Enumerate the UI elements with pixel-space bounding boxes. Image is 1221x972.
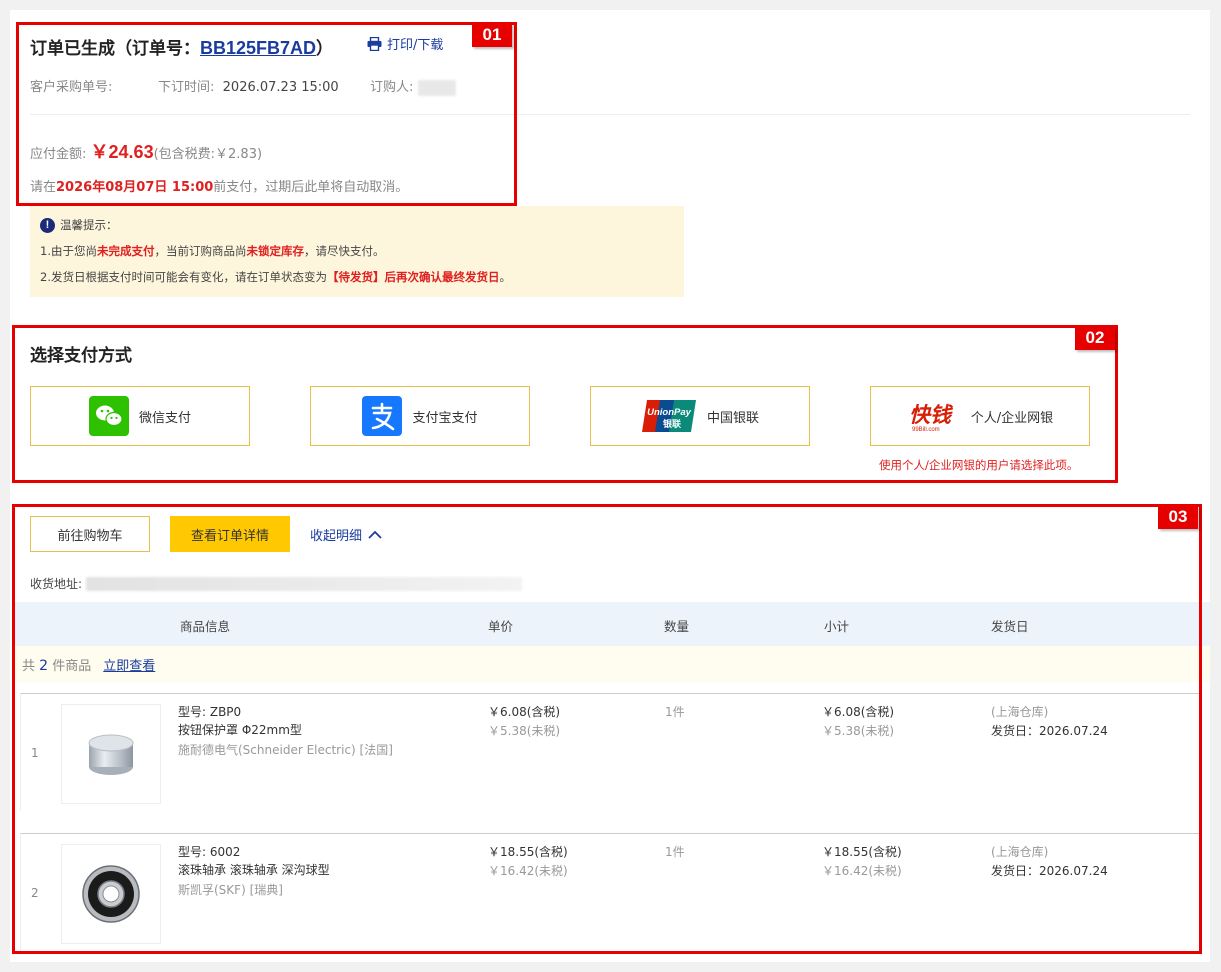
go-to-cart-button[interactable]: 前往购物车 <box>30 516 150 552</box>
print-download-button[interactable]: 打印/下载 <box>367 34 443 53</box>
unionpay-icon: UnionPay 银联 <box>641 400 696 432</box>
view-order-detail-button[interactable]: 查看订单详情 <box>170 516 290 552</box>
warm-tips: ! 温馨提示： 1.由于您尚未完成支付，当前订购商品尚未锁定库存，请尽快支付。 … <box>30 206 684 297</box>
divider <box>30 114 1190 115</box>
table-header: 商品信息 单价 数量 小计 发货日 <box>13 602 1210 646</box>
99bill-logo-text: 快钱 <box>909 402 954 427</box>
tips-line-1: 1.由于您尚未完成支付，当前订购商品尚未锁定库存，请尽快支付。 <box>40 244 385 258</box>
pay-method-label: 微信支付 <box>138 410 191 426</box>
ball-bearing-image <box>82 865 140 923</box>
pay-method-netbank[interactable]: 快钱 99Bill.com 个人/企业网银 <box>870 386 1090 446</box>
col-unit-price: 单价 <box>488 619 514 634</box>
col-ship-date: 发货日 <box>991 619 1029 634</box>
shipping-address: 收货地址: <box>30 575 523 592</box>
unit-price-notax: ￥5.38(未税) <box>488 724 561 738</box>
buyer: 订购人: <box>370 76 456 96</box>
item-name[interactable]: 滚珠轴承 滚珠轴承 深沟球型 <box>178 861 330 880</box>
payment-deadline: 请在2026年08月07日 15:00前支付，过期后此单将自动取消。 <box>30 180 409 195</box>
table-row: 1 型号: ZBP0 按钮保护罩 Φ22mm型 施耐德电气(Schneider … <box>20 693 1200 811</box>
item-count: 2 <box>39 658 49 674</box>
subtotal-notax: ￥5.38(未税) <box>822 724 895 738</box>
view-now-link[interactable]: 立即查看 <box>103 659 155 674</box>
item-brand: 斯凯孚(SKF) [瑞典] <box>178 883 283 897</box>
wechat-pay-icon <box>88 396 129 436</box>
unit-price-tax: ￥18.55(含税) <box>488 845 568 859</box>
order-number-link[interactable]: BB125FB7AD <box>200 38 316 58</box>
col-quantity: 数量 <box>664 619 690 634</box>
annotation-label-01: 01 <box>472 23 512 47</box>
99bill-logo-subtext: 99Bill.com <box>912 427 940 433</box>
pay-method-label: 个人/企业网银 <box>970 410 1054 426</box>
item-model: 型号: ZBP0 <box>178 705 242 719</box>
button-cover-image <box>88 734 134 775</box>
amount-due: 应付金额: ￥24.63(包含税费:￥2.83) <box>30 142 263 162</box>
item-warehouse: (上海仓库) <box>991 705 1049 719</box>
annotation-label-03: 03 <box>1158 505 1198 529</box>
product-image[interactable] <box>61 844 161 944</box>
tips-title: 温馨提示： <box>60 218 118 232</box>
subtotal-tax: ￥18.55(含税) <box>822 845 902 859</box>
collapse-detail-label: 收起明细 <box>310 529 363 544</box>
subtotal-tax: ￥6.08(含税) <box>822 705 895 719</box>
tax-note: (包含税费:￥2.83) <box>153 147 263 162</box>
pay-method-unionpay[interactable]: UnionPay 银联 中国银联 <box>590 386 810 446</box>
row-index: 1 <box>31 746 39 760</box>
payment-section-title: 选择支付方式 <box>30 346 132 366</box>
product-image[interactable] <box>61 704 161 804</box>
unit-price-notax: ￥16.42(未税) <box>488 864 568 878</box>
item-warehouse: (上海仓库) <box>991 845 1049 859</box>
row-index: 2 <box>31 886 39 900</box>
item-ship-date: 发货日：2026.07.24 <box>991 724 1108 738</box>
item-count-row: 共 2 件商品 立即查看 <box>13 646 1210 682</box>
pay-method-label: 支付宝支付 <box>412 410 478 426</box>
item-qty: 1件 <box>665 705 685 719</box>
printer-icon <box>367 36 382 51</box>
page: 订单已生成（订单号：BB125FB7AD） 打印/下载 客户采购单号: 下订时间… <box>10 10 1210 962</box>
netbank-note: 使用个人/企业网银的用户请选择此项。 <box>879 458 1079 472</box>
unionpay-logo-text: UnionPay <box>647 407 692 418</box>
item-model: 型号: 6002 <box>178 845 241 859</box>
print-download-label: 打印/下载 <box>387 38 444 53</box>
item-brand: 施耐德电气(Schneider Electric) [法国] <box>178 743 393 757</box>
subtotal-notax: ￥16.42(未税) <box>822 864 902 878</box>
address-redacted <box>86 576 523 591</box>
pay-method-alipay[interactable]: 支付宝支付 <box>310 386 530 446</box>
unionpay-logo-subtext: 银联 <box>663 418 682 430</box>
pay-method-wechat[interactable]: 微信支付 <box>30 386 250 446</box>
item-name[interactable]: 按钮保护罩 Φ22mm型 <box>178 721 302 740</box>
col-subtotal: 小计 <box>824 619 850 634</box>
customer-po: 客户采购单号: <box>30 80 113 95</box>
item-qty: 1件 <box>665 845 685 859</box>
tips-line-2: 2.发货日根据支付时间可能会有变化，请在订单状态变为【待发货】后再次确认最终发货… <box>40 270 511 284</box>
collapse-detail-toggle[interactable]: 收起明细 <box>310 525 382 544</box>
unit-price-tax: ￥6.08(含税) <box>488 705 561 719</box>
chevron-up-icon <box>368 530 382 539</box>
item-ship-date: 发货日：2026.07.24 <box>991 864 1108 878</box>
col-product-info: 商品信息 <box>180 619 231 634</box>
order-time: 下订时间: 2026.07.23 15:00 <box>158 80 339 95</box>
99bill-icon: 快钱 99Bill.com <box>909 402 954 433</box>
order-title: 订单已生成（订单号：BB125FB7AD） <box>30 38 334 59</box>
alipay-icon <box>362 396 403 436</box>
pay-method-label: 中国银联 <box>706 410 759 426</box>
exclamation-icon: ! <box>40 217 55 233</box>
amount-value: ￥24.63 <box>90 142 154 162</box>
buyer-name-redacted <box>417 79 456 96</box>
table-row: 2 型号: 6002 滚珠轴承 滚珠轴承 深沟球型 斯凯孚(SKF) [瑞典] … <box>20 833 1200 951</box>
annotation-label-02: 02 <box>1075 326 1115 350</box>
